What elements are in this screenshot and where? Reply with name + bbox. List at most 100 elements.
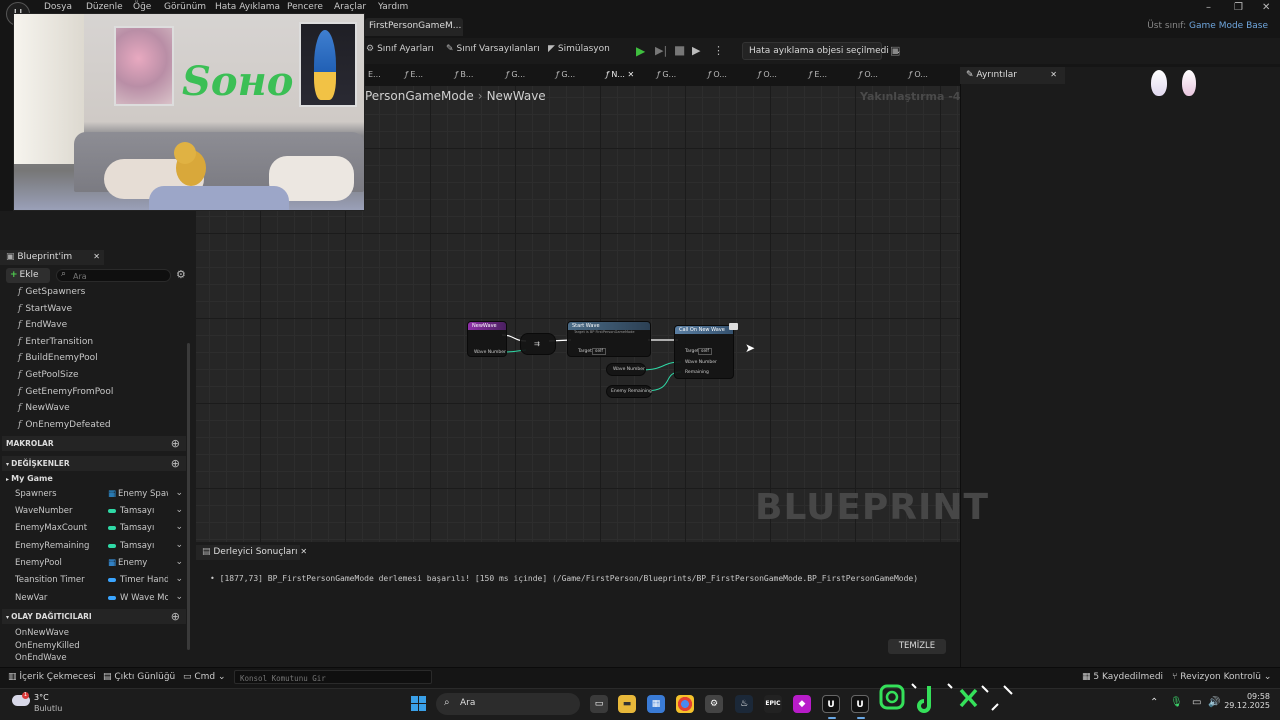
network-icon[interactable]: ▭ bbox=[1192, 697, 1201, 708]
more-options-icon[interactable]: ⋮ bbox=[713, 44, 724, 57]
menu-debug[interactable]: Hata Ayıklama bbox=[215, 2, 280, 12]
store-icon[interactable]: ▦ bbox=[647, 695, 665, 713]
chevron-down-icon[interactable]: ⌄ bbox=[175, 557, 183, 567]
add-button[interactable]: + Ekle bbox=[6, 268, 50, 283]
variable-type[interactable]: Tamsayı bbox=[108, 523, 168, 533]
details-tab[interactable]: ✎ Ayrıntılar ✕ bbox=[960, 67, 1065, 84]
function-item[interactable]: f NewWave bbox=[18, 403, 70, 413]
chevron-down-icon[interactable]: ⌄ bbox=[175, 488, 183, 498]
gear-icon[interactable]: ⚙ bbox=[176, 268, 186, 281]
menu-window[interactable]: Pencere bbox=[287, 2, 323, 12]
scrollbar[interactable] bbox=[187, 343, 190, 650]
function-item[interactable]: f EndWave bbox=[18, 320, 67, 330]
variable-row[interactable]: EnemyPool ▦ Enemy ⌄ bbox=[15, 557, 185, 571]
step-icon[interactable]: ▶| bbox=[655, 44, 667, 57]
close-icon[interactable]: ✕ bbox=[1050, 70, 1057, 79]
play-icon[interactable]: ▶ bbox=[636, 44, 645, 58]
tab-function[interactable]: ƒ G... bbox=[657, 70, 676, 79]
settings-app-icon[interactable]: ⚙ bbox=[705, 695, 723, 713]
variable-row[interactable]: EnemyRemaining Tamsayı ⌄ bbox=[15, 540, 185, 554]
tab-function-active[interactable]: ƒ N... ✕ bbox=[606, 70, 634, 79]
menu-help[interactable]: Yardım bbox=[378, 2, 408, 12]
clock[interactable]: 09:58 29.12.2025 bbox=[1222, 692, 1270, 710]
cmd-select[interactable]: ▭ Cmd ⌄ bbox=[183, 672, 226, 682]
steam-icon[interactable]: ♨ bbox=[735, 695, 753, 713]
chevron-down-icon[interactable]: ⌄ bbox=[175, 592, 183, 602]
add-dispatcher-icon[interactable]: ⊕ bbox=[171, 610, 180, 623]
get-enemy-remaining-node[interactable]: Enemy Remaining bbox=[606, 385, 652, 398]
variable-type[interactable]: Timer Hand bbox=[108, 575, 168, 585]
variable-type[interactable]: ▦ Enemy Spaw bbox=[108, 489, 168, 499]
class-settings-button[interactable]: ⚙ Sınıf Ayarları bbox=[366, 44, 434, 54]
document-tab[interactable]: FirstPersonGameM... • ✕ bbox=[365, 18, 463, 36]
variable-row[interactable]: Spawners ▦ Enemy Spaw ⌄ bbox=[15, 488, 185, 502]
variable-type[interactable]: ▦ Enemy bbox=[108, 558, 168, 568]
macros-section[interactable]: MAKROLAR ⊕ bbox=[2, 436, 186, 451]
tab-function[interactable]: ƒ B... bbox=[455, 70, 473, 79]
eject-icon[interactable]: ▶ bbox=[692, 44, 700, 57]
function-item[interactable]: f OnEnemyDefeated bbox=[18, 420, 111, 430]
function-item[interactable]: f GetSpawners bbox=[18, 287, 85, 297]
restore-button[interactable]: ❐ bbox=[1234, 2, 1243, 13]
parent-class-link[interactable]: Game Mode Base bbox=[1189, 21, 1268, 31]
dispatcher-item[interactable]: OnEndWave bbox=[15, 653, 67, 663]
blueprint-search-input[interactable] bbox=[73, 271, 165, 281]
function-item[interactable]: f EnterTransition bbox=[18, 337, 93, 347]
tab-function[interactable]: ƒ O... bbox=[909, 70, 928, 79]
variable-type[interactable]: Tamsayı bbox=[108, 541, 168, 551]
function-item[interactable]: f BuildEnemyPool bbox=[18, 353, 98, 363]
function-entry-node[interactable]: NewWave Wave Number bbox=[467, 321, 507, 357]
function-item[interactable]: f StartWave bbox=[18, 304, 72, 314]
add-variable-icon[interactable]: ⊕ bbox=[171, 457, 180, 470]
menu-edit[interactable]: Düzenle bbox=[86, 2, 123, 12]
menu-asset[interactable]: Öğe bbox=[133, 2, 151, 12]
dispatcher-item[interactable]: OnNewWave bbox=[15, 628, 69, 638]
tab-event-graph[interactable]: E... bbox=[368, 70, 381, 79]
epic-games-icon[interactable]: EPIC bbox=[764, 695, 782, 713]
find-in-blueprint-icon[interactable]: ▣ bbox=[890, 44, 900, 57]
variable-row[interactable]: NewVar W Wave Mo ⌄ bbox=[15, 592, 185, 606]
variable-category[interactable]: ▸ My Game bbox=[6, 474, 53, 483]
debug-object-select[interactable]: Hata ayıklama objesi seçilmedi ⌄ bbox=[742, 42, 901, 60]
volume-icon[interactable]: 🔊 bbox=[1208, 697, 1220, 708]
class-defaults-button[interactable]: ✎ Sınıf Varsayılanları bbox=[446, 44, 540, 54]
tab-function[interactable]: ƒ O... bbox=[859, 70, 878, 79]
content-drawer-button[interactable]: ▥ İçerik Çekmecesi bbox=[8, 672, 96, 682]
variable-row[interactable]: EnemyMaxCount Tamsayı ⌄ bbox=[15, 522, 185, 536]
console-command-field[interactable] bbox=[234, 670, 432, 685]
windows-start-icon[interactable] bbox=[411, 696, 427, 712]
sequence-node[interactable]: ⇉ bbox=[520, 333, 556, 355]
chevron-down-icon[interactable]: ⌄ bbox=[175, 505, 183, 515]
close-icon[interactable]: ✕ bbox=[300, 547, 307, 556]
get-wave-number-node[interactable]: Wave Number bbox=[606, 363, 646, 376]
call-new-wave-node[interactable]: Call On New Wave Target self Wave Number… bbox=[674, 325, 734, 379]
tab-function[interactable]: ƒ O... bbox=[758, 70, 777, 79]
pin-value[interactable]: self bbox=[698, 348, 712, 355]
microphone-icon[interactable]: 🎙 bbox=[1170, 697, 1183, 708]
tab-function[interactable]: ƒ E... bbox=[405, 70, 423, 79]
my-blueprint-tab[interactable]: ▣ Blueprint'im ✕ bbox=[0, 250, 104, 265]
unsaved-button[interactable]: ▦ 5 Kaydedilmedi bbox=[1082, 672, 1163, 682]
menu-file[interactable]: Dosya bbox=[44, 2, 72, 12]
app-icon[interactable]: ◆ bbox=[793, 695, 811, 713]
simulation-button[interactable]: ◤ Simülasyon bbox=[548, 44, 610, 54]
close-icon[interactable]: ✕ bbox=[93, 252, 100, 261]
console-command-input[interactable] bbox=[235, 672, 431, 685]
menu-view[interactable]: Görünüm bbox=[164, 2, 206, 12]
variables-section[interactable]: ▾ DEĞİŞKENLER ⊕ bbox=[2, 456, 186, 471]
variable-row[interactable]: Teansition Timer Timer Hand ⌄ bbox=[15, 574, 185, 588]
chrome-icon[interactable] bbox=[676, 695, 694, 713]
chevron-up-icon[interactable]: ⌃ bbox=[1150, 697, 1158, 708]
tab-function[interactable]: ƒ E... bbox=[809, 70, 827, 79]
stop-icon[interactable]: ■ bbox=[674, 43, 685, 57]
revision-control-button[interactable]: ⑂ Revizyon Kontrolü ⌄ bbox=[1172, 672, 1271, 682]
minimize-button[interactable]: – bbox=[1206, 2, 1211, 13]
chevron-down-icon[interactable]: ⌄ bbox=[175, 574, 183, 584]
chevron-down-icon[interactable]: ⌄ bbox=[175, 540, 183, 550]
compiler-results-tab[interactable]: ▤ Derleyici Sonuçları ✕ bbox=[196, 545, 307, 560]
file-explorer-icon[interactable]: ▬ bbox=[618, 695, 636, 713]
unreal-editor-icon[interactable]: U bbox=[851, 695, 869, 719]
tab-function[interactable]: ƒ G... bbox=[556, 70, 575, 79]
close-window-button[interactable]: ✕ bbox=[1262, 2, 1270, 13]
chevron-down-icon[interactable]: ⌄ bbox=[175, 522, 183, 532]
